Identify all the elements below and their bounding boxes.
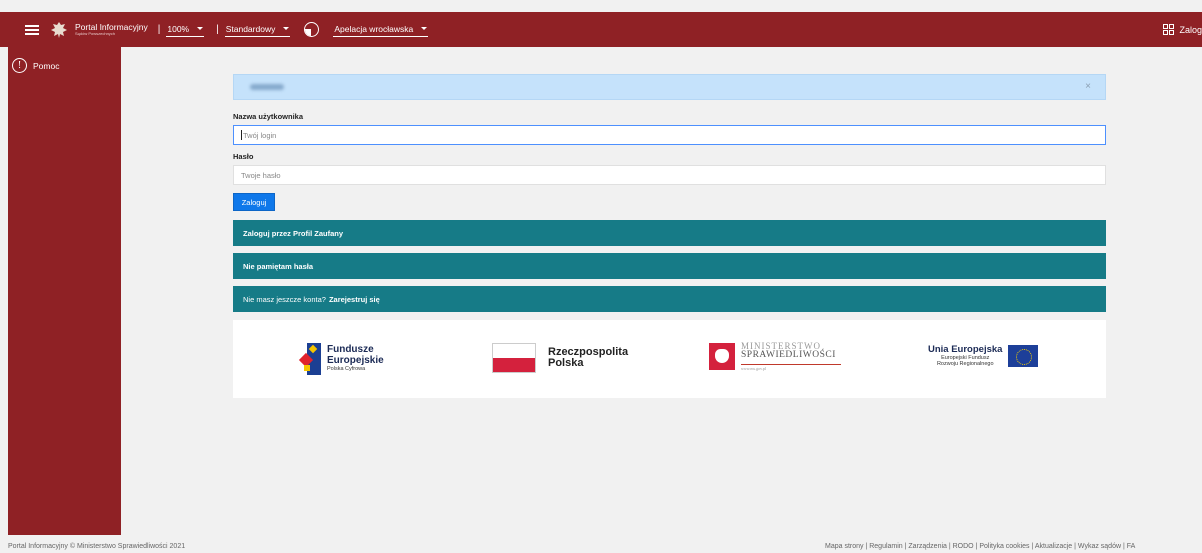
password-input[interactable]: Twoje hasło bbox=[233, 165, 1106, 185]
fundusze-europejskie-icon bbox=[298, 343, 321, 375]
login-button[interactable]: Zaloguj bbox=[233, 193, 275, 211]
ms-url: www.ms.gov.pl bbox=[741, 365, 766, 371]
contrast-value: Standardowy bbox=[225, 23, 276, 34]
ms-line2: SPRAWIEDLIWOŚCI bbox=[741, 350, 836, 360]
no-account-text: Nie masz jeszcze konta? bbox=[243, 294, 326, 304]
ministerstwo-sprawiedliwosci-logo: MINISTERSTWO SPRAWIEDLIWOŚCI www.ms.gov.… bbox=[709, 342, 841, 371]
password-placeholder: Twoje hasło bbox=[241, 170, 281, 180]
close-icon[interactable]: × bbox=[1085, 81, 1091, 92]
eu-flag-icon bbox=[1008, 345, 1039, 368]
court-dropdown[interactable]: Apelacja wrocławska bbox=[333, 23, 429, 37]
info-alert: × bbox=[233, 74, 1106, 100]
alert-message-redacted bbox=[250, 84, 284, 90]
chevron-down-icon bbox=[197, 27, 204, 30]
register-bar: Nie masz jeszcze konta? Zarejestruj się bbox=[233, 286, 1106, 312]
portal-subtitle: Sądów Powszechnych bbox=[75, 31, 116, 37]
apps-grid-icon[interactable] bbox=[1163, 24, 1175, 35]
rzeczpospolita-polska-logo: Rzeczpospolita Polska bbox=[492, 343, 628, 373]
username-placeholder: Twój login bbox=[243, 130, 277, 140]
portal-title: Portal Informacyjny bbox=[75, 21, 148, 32]
footer-links[interactable]: Mapa strony | Regulamin | Zarządzenia | … bbox=[825, 543, 1135, 550]
court-value: Apelacja wrocławska bbox=[334, 23, 414, 34]
info-icon: ! bbox=[12, 58, 27, 73]
fe-line3: Polska Cyfrowa bbox=[327, 366, 366, 373]
chevron-down-icon bbox=[421, 27, 428, 30]
password-label: Hasło bbox=[233, 152, 254, 161]
fe-line2: Europejskie bbox=[327, 354, 384, 366]
username-label: Nazwa użytkownika bbox=[233, 112, 304, 121]
fundusze-europejskie-logo: Fundusze Europejskie Polska Cyfrowa bbox=[298, 343, 384, 375]
sidebar-item-label: Pomoc bbox=[33, 60, 60, 71]
sponsor-logos: Fundusze Europejskie Polska Cyfrowa Rzec… bbox=[233, 320, 1106, 398]
portal-brand[interactable]: Portal Informacyjny Sądów Powszechnych bbox=[75, 23, 148, 37]
text-cursor bbox=[241, 130, 242, 140]
contrast-dropdown[interactable]: Standardowy bbox=[224, 23, 291, 37]
footer-copyright: Portal Informacyjny © Ministerstwo Spraw… bbox=[8, 543, 186, 550]
top-right-actions: Zalog bbox=[1163, 12, 1202, 47]
zoom-dropdown[interactable]: 100% bbox=[166, 23, 205, 37]
polish-flag-icon bbox=[492, 343, 536, 373]
sidebar-item-help[interactable]: ! Pomoc bbox=[8, 47, 121, 73]
ue-line3: Rozwoju Regionalnego bbox=[936, 361, 994, 368]
zoom-value: 100% bbox=[167, 23, 190, 34]
sidebar: ! Pomoc bbox=[8, 47, 121, 535]
polish-eagle-icon bbox=[709, 342, 735, 370]
ue-line1: Unia Europejska bbox=[928, 344, 1003, 355]
forgot-password-button[interactable]: Nie pamiętam hasła bbox=[233, 253, 1106, 279]
eagle-logo-icon bbox=[51, 21, 67, 38]
unia-europejska-logo: Unia Europejska Europejski Fundusz Rozwo… bbox=[928, 344, 1039, 368]
chevron-down-icon bbox=[283, 27, 290, 30]
login-panel: × Nazwa użytkownika Twój login Hasło Two… bbox=[233, 74, 1106, 398]
rp-line2: Polska bbox=[548, 357, 584, 369]
login-link[interactable]: Zalog bbox=[1179, 25, 1202, 35]
menu-icon[interactable] bbox=[25, 24, 39, 35]
top-navigation-bar: Portal Informacyjny Sądów Powszechnych |… bbox=[0, 12, 1202, 47]
profil-zaufany-button[interactable]: Zaloguj przez Profil Zaufany bbox=[233, 220, 1106, 246]
contrast-icon[interactable] bbox=[304, 22, 320, 37]
username-input[interactable]: Twój login bbox=[233, 125, 1106, 145]
separator: | bbox=[157, 24, 161, 35]
register-link[interactable]: Zarejestruj się bbox=[329, 295, 380, 304]
separator: | bbox=[216, 24, 219, 35]
